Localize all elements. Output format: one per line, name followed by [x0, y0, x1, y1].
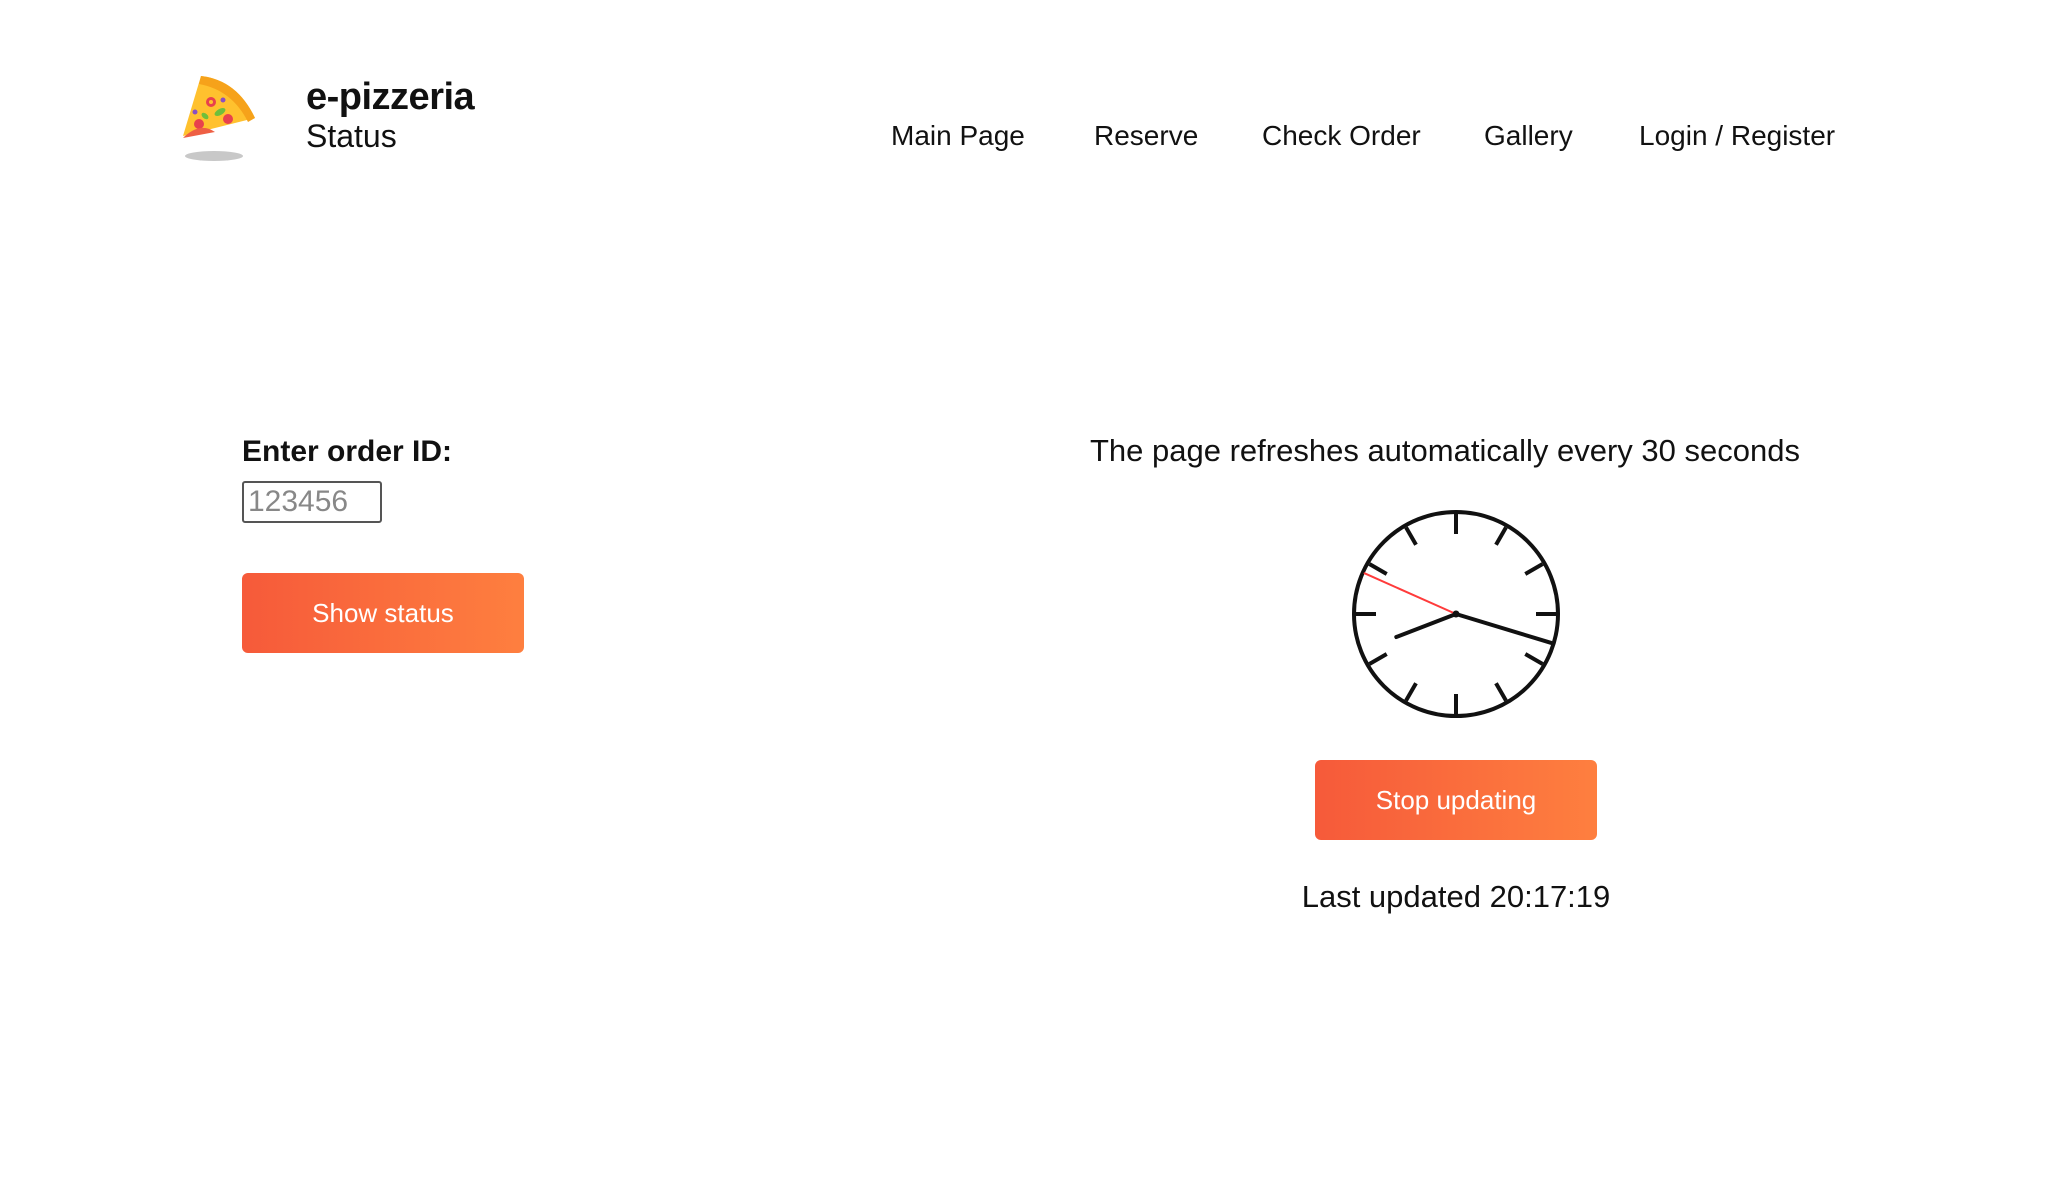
order-id-input[interactable]: [242, 481, 382, 523]
show-status-button[interactable]: Show status: [242, 573, 524, 653]
page-title: Status: [306, 118, 397, 154]
brand-name: e-pizzeria: [306, 76, 475, 118]
stop-updating-button[interactable]: Stop updating: [1315, 760, 1597, 840]
pizza-slice-icon: [183, 76, 255, 161]
nav-check-order[interactable]: Check Order: [1262, 116, 1421, 156]
clock-icon: [1352, 510, 1560, 718]
nav-login-register[interactable]: Login / Register: [1639, 116, 1835, 156]
auto-refresh-note: The page refreshes automatically every 3…: [1090, 433, 1800, 468]
last-updated-label: Last updated: [1301, 879, 1481, 914]
order-id-label: Enter order ID:: [242, 435, 453, 468]
last-updated-text: Last updated 20:17:19: [1180, 876, 1732, 918]
nav-reserve[interactable]: Reserve: [1094, 116, 1198, 156]
last-updated-time: 20:17:19: [1489, 879, 1611, 914]
nav-main-page[interactable]: Main Page: [891, 116, 1025, 156]
nav-gallery[interactable]: Gallery: [1484, 116, 1573, 156]
